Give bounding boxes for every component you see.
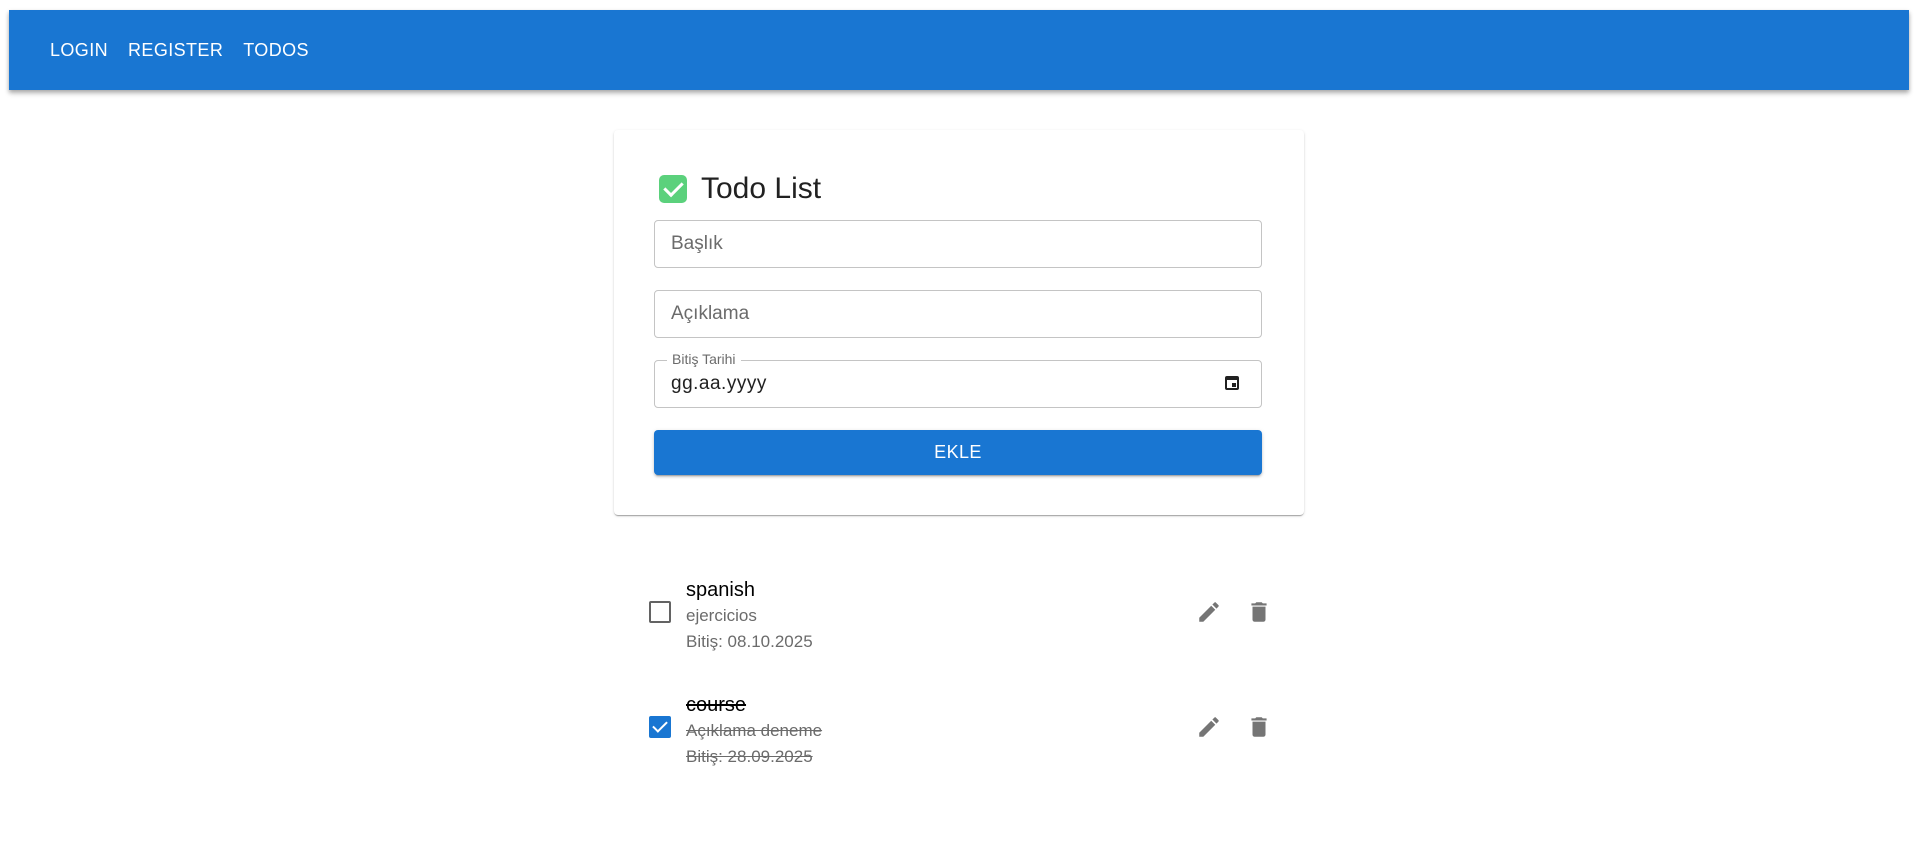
- todo-due-date: Bitiş: 08.10.2025: [686, 632, 813, 651]
- title-field[interactable]: [654, 220, 1262, 268]
- edit-icon[interactable]: [1194, 712, 1224, 742]
- todo-list: spanish ejercicios Bitiş: 08.10.2025 cou…: [614, 565, 1304, 795]
- todo-due-date: Bitiş: 28.09.2025: [686, 747, 813, 766]
- todo-checkbox[interactable]: [649, 716, 671, 738]
- todo-description: Açıklama deneme: [686, 721, 823, 740]
- todo-item: spanish ejercicios Bitiş: 08.10.2025: [614, 565, 1304, 680]
- todo-text: course Açıklama deneme Bitiş: 28.09.2025: [686, 692, 822, 770]
- delete-icon[interactable]: [1244, 597, 1274, 627]
- todo-form-card: Todo List Bitiş Tarihi gg.aa.yyyy EKLE: [614, 130, 1304, 515]
- nav-todos-button[interactable]: TODOS: [233, 32, 319, 69]
- todo-text: spanish ejercicios Bitiş: 08.10.2025: [686, 577, 813, 655]
- app-bar: LOGIN REGISTER TODOS: [9, 10, 1909, 90]
- todo-title: spanish: [686, 579, 755, 601]
- nav-login-button[interactable]: LOGIN: [40, 32, 118, 69]
- todo-item: course Açıklama deneme Bitiş: 28.09.2025: [614, 680, 1304, 795]
- add-button[interactable]: EKLE: [654, 430, 1262, 475]
- card-title: Todo List: [659, 172, 821, 206]
- todo-checkbox[interactable]: [649, 601, 671, 623]
- due-date-label: Bitiş Tarihi: [667, 351, 741, 367]
- page-title: Todo List: [701, 172, 822, 205]
- edit-icon[interactable]: [1194, 597, 1224, 627]
- todo-title: course: [686, 694, 747, 716]
- due-date-field[interactable]: Bitiş Tarihi gg.aa.yyyy: [654, 351, 1262, 408]
- description-input[interactable]: [655, 291, 1261, 337]
- description-field[interactable]: [654, 290, 1262, 338]
- delete-icon[interactable]: [1244, 712, 1274, 742]
- calendar-icon[interactable]: [1225, 376, 1239, 390]
- nav-register-button[interactable]: REGISTER: [118, 32, 233, 69]
- check-mark-icon: [659, 175, 687, 203]
- due-date-value[interactable]: gg.aa.yyyy: [671, 373, 767, 395]
- title-input[interactable]: [655, 221, 1261, 267]
- todo-description: ejercicios: [686, 606, 757, 625]
